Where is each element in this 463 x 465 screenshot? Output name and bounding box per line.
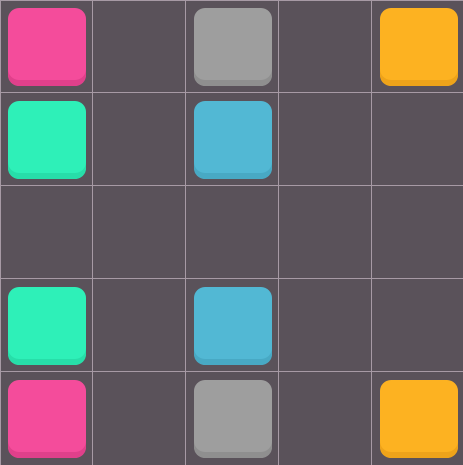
board-cell-r4-c2[interactable] xyxy=(93,279,186,372)
board-cell-r2-c4[interactable] xyxy=(279,93,372,186)
board-cell-r4-c5[interactable] xyxy=(372,279,463,372)
board-cell-r2-c2[interactable] xyxy=(93,93,186,186)
board-cell-r4-c4[interactable] xyxy=(279,279,372,372)
board-cell-r5-c1[interactable] xyxy=(0,372,93,465)
pink-tile[interactable] xyxy=(8,380,86,458)
board-cell-r3-c4[interactable] xyxy=(279,186,372,279)
board-cell-r1-c4[interactable] xyxy=(279,0,372,93)
pink-tile[interactable] xyxy=(8,8,86,86)
orange-tile[interactable] xyxy=(380,8,458,86)
blue-tile[interactable] xyxy=(194,101,272,179)
grid-line-horizontal xyxy=(0,278,463,279)
board-cell-r2-c1[interactable] xyxy=(0,93,93,186)
gray-tile[interactable] xyxy=(194,8,272,86)
grid-line-vertical xyxy=(278,0,279,465)
board-cell-r4-c1[interactable] xyxy=(0,279,93,372)
grid-line-horizontal xyxy=(0,185,463,186)
board-cell-r3-c3[interactable] xyxy=(186,186,279,279)
board-cell-r5-c2[interactable] xyxy=(93,372,186,465)
gray-tile[interactable] xyxy=(194,380,272,458)
board-cell-r4-c3[interactable] xyxy=(186,279,279,372)
grid-line-vertical xyxy=(185,0,186,465)
grid-line-horizontal xyxy=(0,92,463,93)
grid-line-horizontal xyxy=(0,371,463,372)
board-border-top xyxy=(0,0,463,1)
board-cell-r3-c2[interactable] xyxy=(93,186,186,279)
grid-line-vertical xyxy=(371,0,372,465)
grid-line-vertical xyxy=(92,0,93,465)
board-cell-r3-c1[interactable] xyxy=(0,186,93,279)
board-cell-r3-c5[interactable] xyxy=(372,186,463,279)
board-cell-r5-c4[interactable] xyxy=(279,372,372,465)
board-cell-r2-c3[interactable] xyxy=(186,93,279,186)
board-cell-r1-c2[interactable] xyxy=(93,0,186,93)
board-cell-r1-c1[interactable] xyxy=(0,0,93,93)
board-cell-r5-c5[interactable] xyxy=(372,372,463,465)
board-cell-r5-c3[interactable] xyxy=(186,372,279,465)
teal-tile[interactable] xyxy=(8,287,86,365)
teal-tile[interactable] xyxy=(8,101,86,179)
board-border-left xyxy=(0,0,1,465)
blue-tile[interactable] xyxy=(194,287,272,365)
board-cell-r1-c5[interactable] xyxy=(372,0,463,93)
board-cell-r2-c5[interactable] xyxy=(372,93,463,186)
orange-tile[interactable] xyxy=(380,380,458,458)
board-cell-r1-c3[interactable] xyxy=(186,0,279,93)
game-board xyxy=(0,0,463,465)
